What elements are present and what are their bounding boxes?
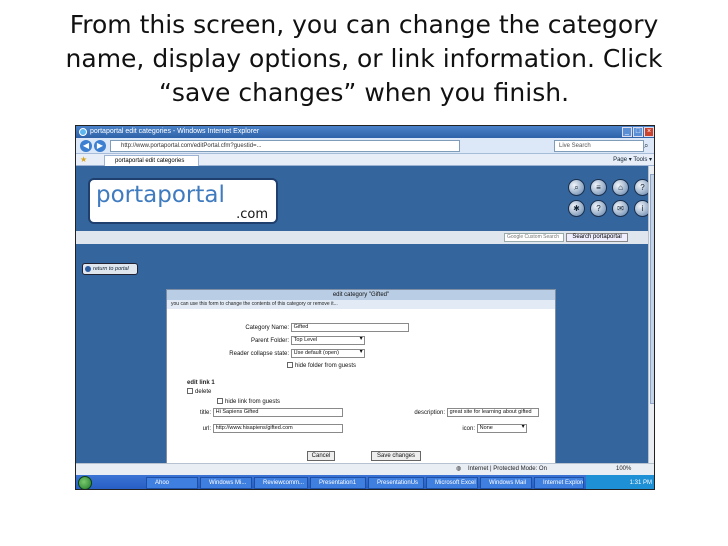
news-icon[interactable]: ≡ — [590, 179, 607, 196]
taskbar-item[interactable]: Windows Mi... — [200, 477, 252, 489]
parent-label: Parent Folder: — [250, 338, 289, 345]
clock[interactable]: 1:31 PM — [630, 480, 652, 486]
delete-row: delete — [187, 388, 211, 397]
title-line-1: From this screen, you can change the cat… — [69, 10, 659, 39]
description-field[interactable]: great site for learning about gifted — [446, 408, 539, 417]
portaportal-logo[interactable]: portaportal .com — [88, 178, 278, 224]
hide-link-row: hide link from guests — [217, 398, 280, 407]
logo-com-text: .com — [236, 207, 268, 222]
slide: From this screen, you can change the cat… — [0, 0, 728, 546]
title-label: title: — [199, 410, 211, 417]
collapse-row: Reader collapse state: Use default (open… — [207, 349, 365, 359]
hide-guests-label: hide folder from guests — [295, 363, 357, 369]
window-controls: _ □ × — [622, 127, 654, 137]
settings-icon[interactable]: ✱ — [568, 200, 585, 217]
hide-guests-checkbox[interactable] — [287, 362, 293, 369]
return-arrow-icon — [85, 266, 91, 272]
edit-category-panel: edit category "Gifted" you can use this … — [166, 289, 556, 466]
globe-icon: ◍ — [456, 466, 462, 472]
zoom-level[interactable]: 100% — [616, 464, 631, 475]
description-label: description: — [414, 410, 445, 417]
slide-title: From this screen, you can change the cat… — [0, 8, 728, 110]
back-button[interactable]: ◀ — [80, 140, 92, 152]
logo-text: portaportal — [96, 182, 225, 208]
url-label: url: — [202, 426, 211, 433]
icon-row: icon: None — [447, 424, 527, 434]
question-icon[interactable]: ? — [590, 200, 607, 217]
category-name-label: Category Name: — [245, 325, 289, 332]
site-search-input[interactable]: Google Custom Search — [504, 233, 564, 242]
scrollbar-thumb[interactable] — [650, 174, 654, 404]
return-label: return to portal — [93, 266, 129, 272]
hide-link-label: hide link from guests — [225, 399, 281, 405]
parent-select[interactable]: Top Level — [290, 336, 365, 345]
return-to-portal-button[interactable]: return to portal — [82, 263, 138, 275]
taskbar-item[interactable]: Ahoo — [146, 477, 198, 489]
home-icon[interactable]: ⌂ — [612, 179, 629, 196]
delete-checkbox[interactable] — [187, 388, 193, 395]
address-toolbar: ◀ ▶ http://www.portaportal.com/editPorta… — [76, 138, 654, 154]
window-title: portaportal edit categories - Windows In… — [90, 128, 260, 135]
icon-label: icon: — [462, 426, 475, 433]
panel-title: edit category "Gifted" — [167, 290, 555, 300]
site-header: portaportal .com ⌕ ≡ ⌂ ? ✱ ? ✉ i — [76, 166, 651, 231]
start-button[interactable] — [78, 476, 92, 489]
save-changes-button[interactable]: Save changes — [371, 451, 421, 461]
command-bar[interactable]: Page ▾ Tools ▾ — [613, 155, 652, 165]
minimize-button[interactable]: _ — [622, 127, 632, 137]
address-bar[interactable]: http://www.portaportal.com/editPortal.cf… — [110, 140, 460, 152]
favorites-star-icon[interactable]: ★ — [80, 155, 87, 164]
browser-screenshot: portaportal edit categories - Windows In… — [75, 125, 655, 490]
url-row: url: http://www.hisapiens/gifted.com — [187, 424, 343, 434]
taskbar-item[interactable]: Internet Explorer — [534, 477, 584, 489]
site-search-strip: Google Custom Search Search portaportal — [76, 231, 648, 244]
panel-instructions: you can use this form to change the cont… — [167, 300, 555, 309]
search-icon[interactable]: ⌕ — [568, 179, 585, 196]
taskbar-item[interactable]: Microsoft Excel — [426, 477, 478, 489]
window-titlebar: portaportal edit categories - Windows In… — [76, 126, 654, 138]
category-name-field[interactable]: Gifted — [290, 323, 409, 332]
edit-link-heading: edit link 1 — [187, 380, 215, 386]
collapse-select[interactable]: Use default (open) — [290, 349, 365, 358]
icon-select[interactable]: None — [476, 424, 527, 433]
search-icon[interactable]: ⌕ — [644, 141, 648, 151]
title-line-3: “save changes” when you finish. — [158, 78, 570, 107]
title-field[interactable]: Hi Sapiens Gifted — [212, 408, 343, 417]
status-bar: ◍ Internet | Protected Mode: On 100% — [76, 463, 654, 475]
forward-button[interactable]: ▶ — [94, 140, 106, 152]
title-line-2: name, display options, or link informati… — [65, 44, 663, 73]
site-search-button[interactable]: Search portaportal — [566, 233, 628, 242]
close-button[interactable]: × — [644, 127, 654, 137]
taskbar-item[interactable]: Windows Mail — [480, 477, 532, 489]
description-row: description: great site for learning abo… — [397, 408, 539, 418]
mail-icon[interactable]: ✉ — [612, 200, 629, 217]
system-tray: 1:31 PM — [586, 475, 654, 489]
taskbar-item[interactable]: Presentation1 — [310, 477, 366, 489]
collapse-label: Reader collapse state: — [229, 351, 289, 358]
taskbar: Ahoo Windows Mi... Reviewcomm... Present… — [76, 475, 654, 489]
category-name-row: Category Name: Gifted — [207, 323, 409, 333]
site-icon-grid: ⌕ ≡ ⌂ ? ✱ ? ✉ i — [568, 179, 651, 217]
hide-guests-row: hide folder from guests — [287, 362, 356, 371]
ie-logo-icon — [79, 128, 87, 136]
taskbar-item[interactable]: Reviewcomm... — [254, 477, 308, 489]
internet-zone: Internet | Protected Mode: On — [468, 466, 547, 472]
maximize-button[interactable]: □ — [633, 127, 643, 137]
taskbar-item[interactable]: PresentationUs — [368, 477, 424, 489]
tab-active[interactable]: portaportal edit categories — [104, 155, 199, 166]
url-field[interactable]: http://www.hisapiens/gifted.com — [212, 424, 343, 433]
tab-bar: ★ portaportal edit categories Page ▾ Too… — [76, 154, 654, 166]
parent-row: Parent Folder: Top Level — [207, 336, 365, 346]
title-row: title: Hi Sapiens Gifted — [187, 408, 343, 418]
delete-label: delete — [195, 389, 212, 395]
vertical-scrollbar[interactable] — [648, 166, 654, 479]
hide-link-checkbox[interactable] — [217, 398, 223, 405]
cancel-button[interactable]: Cancel — [307, 451, 335, 461]
live-search-input[interactable]: Live Search — [554, 140, 644, 152]
